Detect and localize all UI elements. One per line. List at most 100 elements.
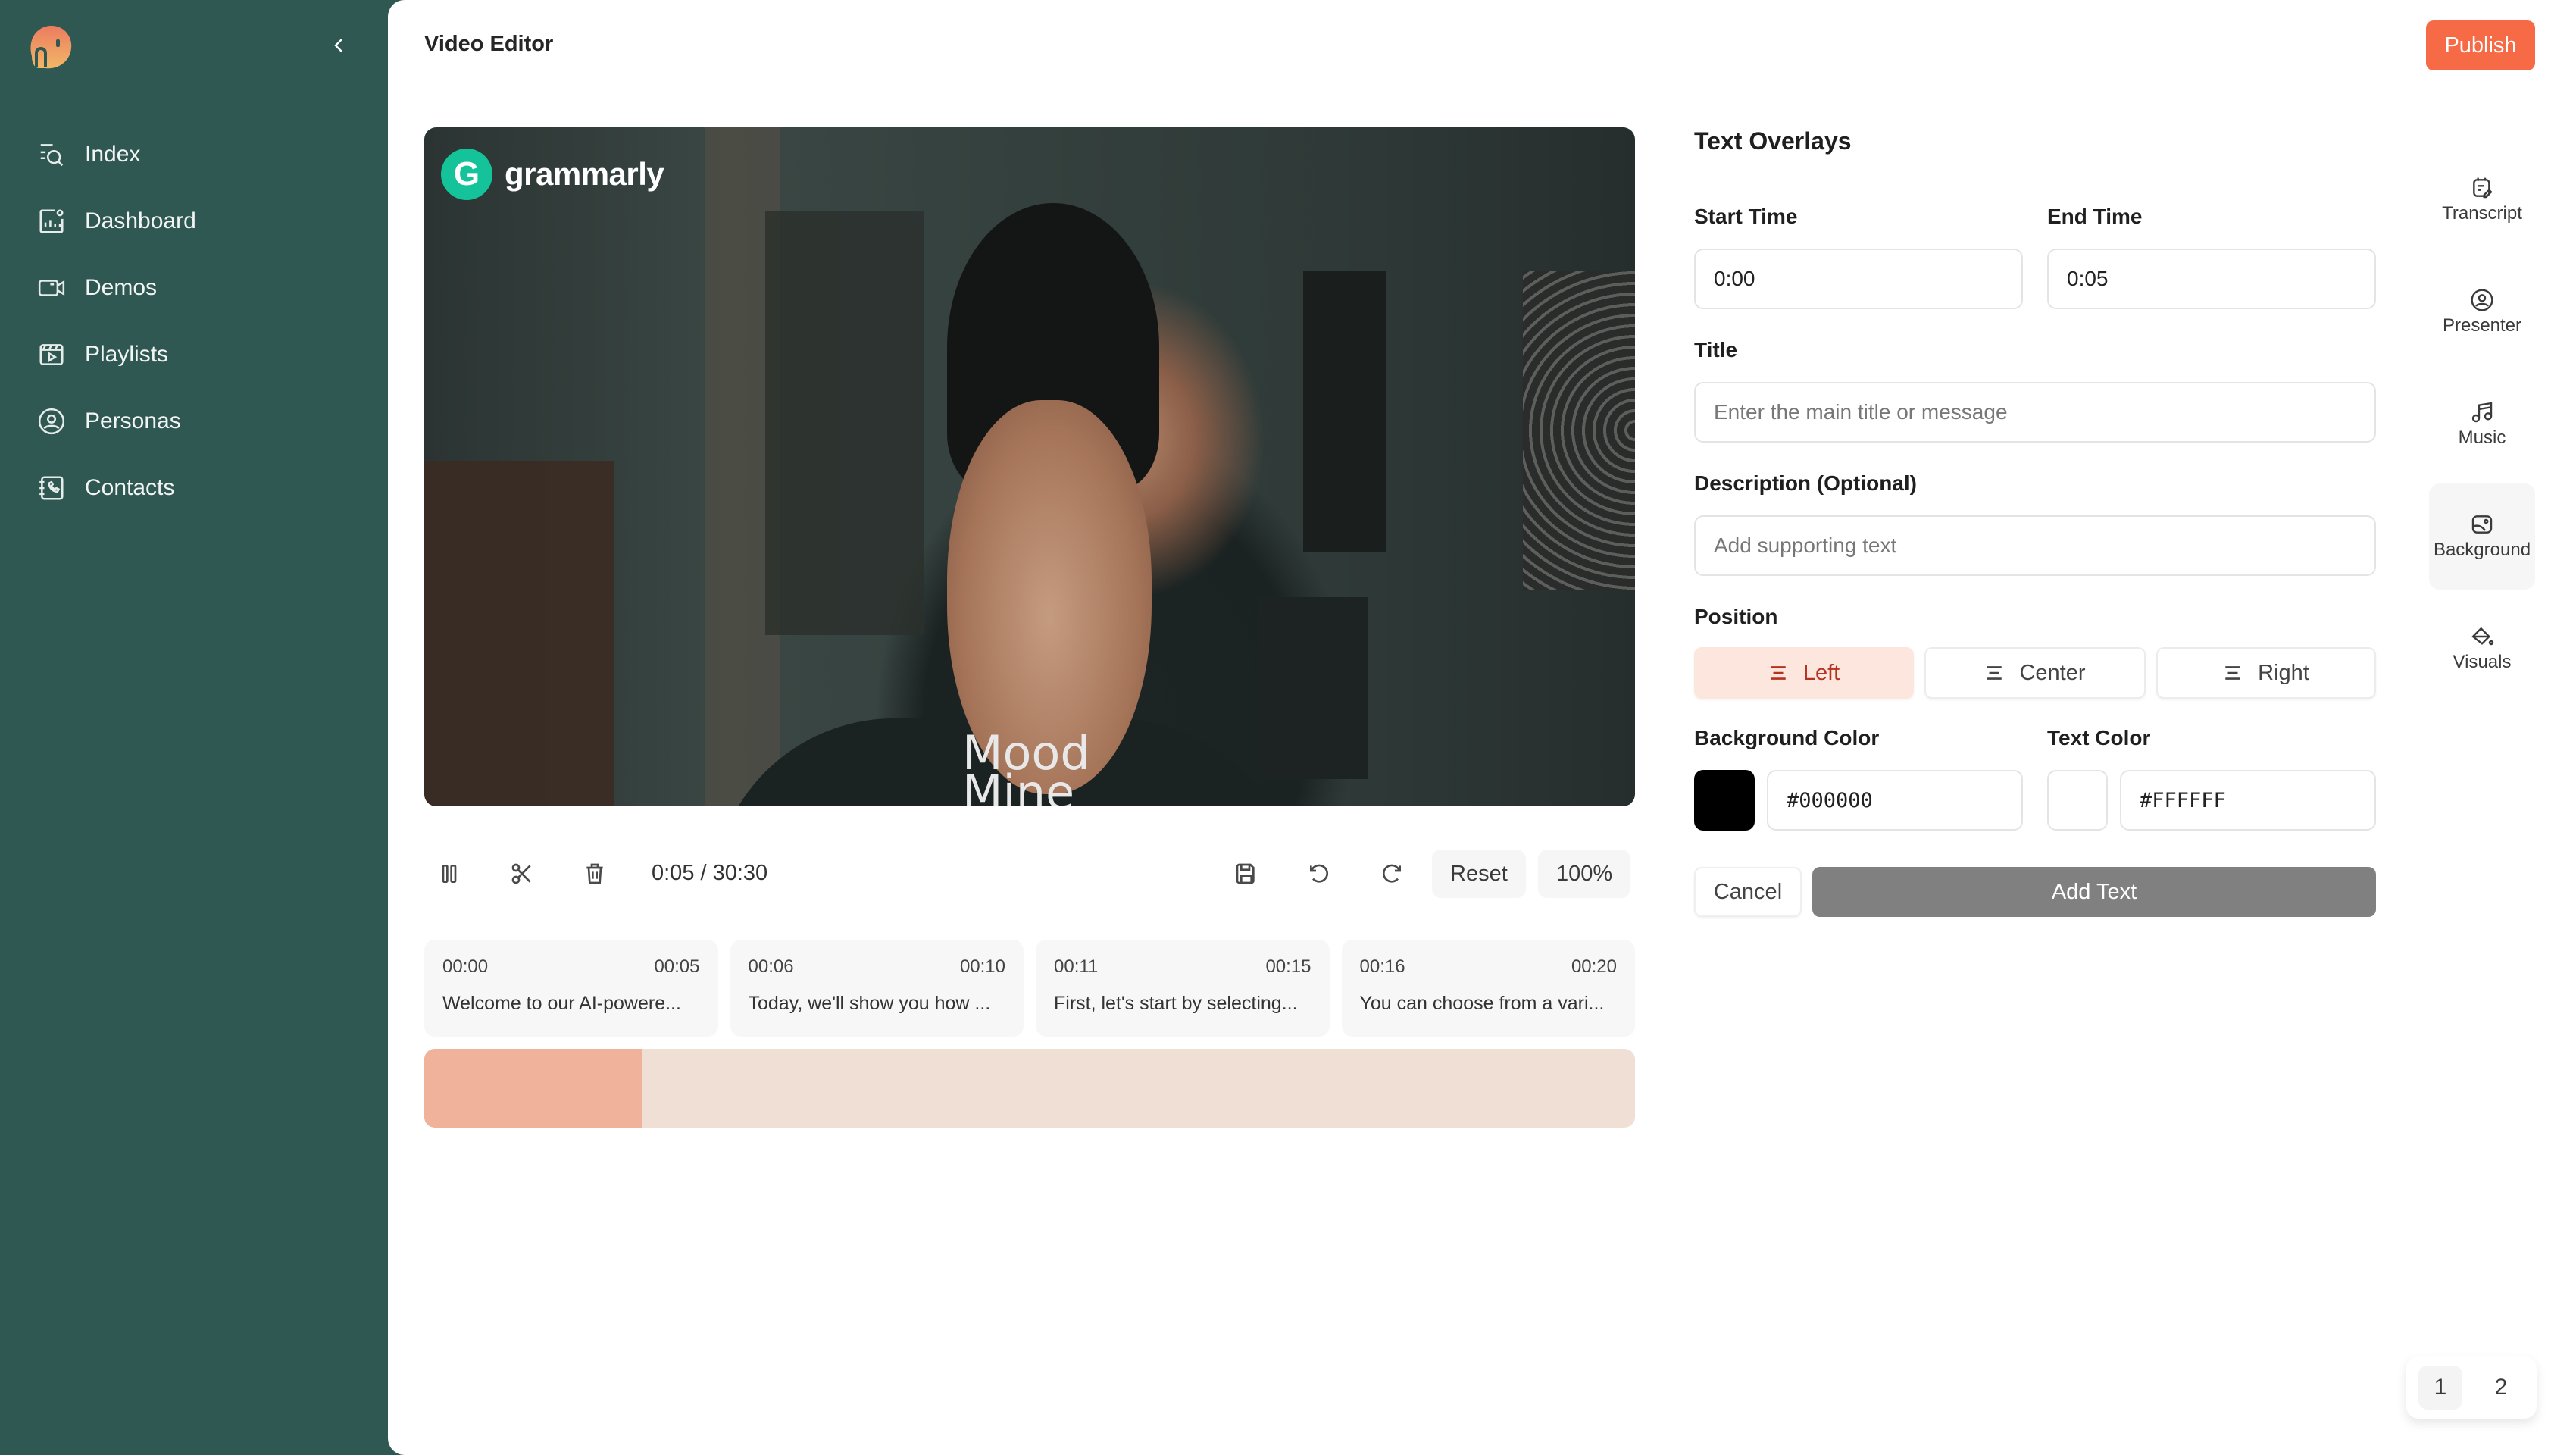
segment-end: 00:20 (1571, 956, 1617, 977)
segment-start: 00:06 (748, 956, 794, 977)
trash-icon (586, 863, 603, 884)
description-input[interactable] (1694, 515, 2376, 576)
sidebar-item-contacts[interactable]: Contacts (36, 455, 196, 521)
redo-icon (1382, 864, 1401, 883)
cancel-button[interactable]: Cancel (1694, 867, 1802, 917)
position-label-text: Center (2019, 660, 2086, 685)
time-readout: 0:05 / 30:30 (652, 861, 768, 885)
sidebar-collapse-button[interactable] (326, 32, 353, 59)
background-image-icon (2471, 515, 2493, 534)
sidebar-item-label: Playlists (85, 342, 169, 367)
zoom-level-button[interactable]: 100% (1538, 850, 1631, 898)
segment-end: 00:05 (654, 956, 700, 977)
segment-end: 00:15 (1265, 956, 1311, 977)
text-color-swatch[interactable] (2047, 770, 2108, 831)
segment-text: First, let's start by selecting... (1054, 993, 1298, 1014)
app-logo[interactable] (24, 23, 74, 73)
page-button-2[interactable]: 2 (2479, 1366, 2523, 1410)
tool-background[interactable]: Background (2429, 483, 2535, 590)
background-color-swatch[interactable] (1694, 770, 1755, 831)
segment-text: You can choose from a vari... (1359, 993, 1605, 1014)
undo-icon (1310, 864, 1329, 883)
background-color-input[interactable] (1767, 770, 2023, 831)
transcript-segments: 00:00 00:05 Welcome to our AI-powere... … (424, 940, 1635, 1037)
segment-text: Welcome to our AI-powere... (442, 993, 681, 1014)
end-time-input[interactable] (2047, 249, 2376, 309)
segment-start: 00:11 (1054, 956, 1099, 977)
title-label: Title (1694, 338, 1738, 361)
reset-button[interactable]: Reset (1432, 850, 1526, 898)
undo-button[interactable] (1299, 853, 1340, 894)
redo-button[interactable] (1371, 853, 1412, 894)
end-time-label: End Time (2047, 205, 2143, 228)
tool-label: Music (2458, 427, 2506, 448)
add-text-button[interactable]: Add Text (1812, 867, 2376, 917)
page-title: Video Editor (424, 32, 554, 56)
position-center-button[interactable]: Center (1924, 647, 2146, 699)
segment-end: 00:10 (959, 956, 1005, 977)
text-overlays-panel: Text Overlays Start Time End Time Title … (1694, 127, 2376, 917)
description-label: Description (Optional) (1694, 471, 1917, 495)
panel-title: Text Overlays (1694, 127, 1852, 155)
video-scene-closet (765, 211, 924, 635)
sidebar-nav: Index Dashboard Demos Playlists Personas (36, 121, 196, 521)
video-preview[interactable]: Mood Mine G grammarly (424, 127, 1635, 806)
contact-book-icon (36, 473, 67, 503)
chevron-left-icon (334, 39, 342, 52)
tool-label: Transcript (2442, 203, 2522, 224)
tool-presenter[interactable]: Presenter (2429, 259, 2535, 365)
background-color-label: Background Color (1694, 726, 1880, 749)
align-right-icon (2225, 666, 2240, 680)
sidebar-item-label: Contacts (85, 475, 175, 500)
sidebar-item-label: Personas (85, 408, 181, 433)
video-brand-watermark: G grammarly (441, 149, 664, 200)
text-color-input[interactable] (2120, 770, 2376, 831)
video-scene-poster (1303, 271, 1386, 552)
logo-icon (30, 26, 72, 69)
start-time-label: Start Time (1694, 205, 1798, 228)
segment-card[interactable]: 00:16 00:20 You can choose from a vari..… (1341, 940, 1635, 1037)
scissors-icon (511, 863, 531, 884)
delete-button[interactable] (574, 853, 615, 894)
brand-name: grammarly (505, 156, 664, 192)
playlist-play-icon (36, 340, 67, 370)
sidebar-item-dashboard[interactable]: Dashboard (36, 188, 196, 255)
grammarly-logo-icon: G (441, 149, 492, 200)
position-left-button[interactable]: Left (1694, 647, 1914, 699)
user-circle-icon (36, 406, 67, 436)
pause-button[interactable] (429, 853, 470, 894)
position-label-text: Left (1802, 660, 1840, 685)
sidebar-item-label: Demos (85, 275, 158, 300)
segment-card[interactable]: 00:00 00:05 Welcome to our AI-powere... (424, 940, 718, 1037)
title-input[interactable] (1694, 382, 2376, 443)
page-button-1[interactable]: 1 (2418, 1366, 2462, 1410)
save-button[interactable] (1226, 853, 1267, 894)
publish-button[interactable]: Publish (2426, 20, 2535, 70)
main-panel: Video Editor Publish Mood Mine G grammar… (388, 0, 2576, 1455)
sidebar-item-label: Dashboard (85, 208, 196, 233)
segment-card[interactable]: 00:11 00:15 First, let's start by select… (1036, 940, 1330, 1037)
position-label-text: Right (2258, 660, 2309, 685)
sidebar-item-playlists[interactable]: Playlists (36, 321, 196, 388)
segment-times: 00:06 00:10 (749, 956, 1006, 978)
position-right-button[interactable]: Right (2156, 647, 2376, 699)
save-icon (1236, 863, 1255, 884)
segment-text: Today, we'll show you how ... (748, 993, 991, 1014)
sidebar-item-personas[interactable]: Personas (36, 388, 196, 455)
segment-card[interactable]: 00:06 00:10 Today, we'll show you how ..… (730, 940, 1024, 1037)
tool-label: Presenter (2442, 315, 2522, 336)
tool-transcript[interactable]: Transcript (2429, 147, 2535, 253)
presenter-icon (2471, 289, 2493, 311)
timeline-scrubber[interactable] (424, 1049, 1635, 1128)
tool-music[interactable]: Music (2429, 371, 2535, 477)
tool-label: Visuals (2453, 652, 2512, 672)
video-camera-icon (36, 273, 67, 303)
sidebar-item-demos[interactable]: Demos (36, 255, 196, 321)
video-scene-wall-art (1523, 271, 1635, 590)
sidebar-item-index[interactable]: Index (36, 121, 196, 188)
start-time-input[interactable] (1694, 249, 2023, 309)
tool-visuals[interactable]: Visuals (2429, 596, 2535, 702)
cut-button[interactable] (502, 853, 542, 894)
transcript-icon (2473, 177, 2493, 199)
video-scene-monitor (1258, 597, 1368, 779)
